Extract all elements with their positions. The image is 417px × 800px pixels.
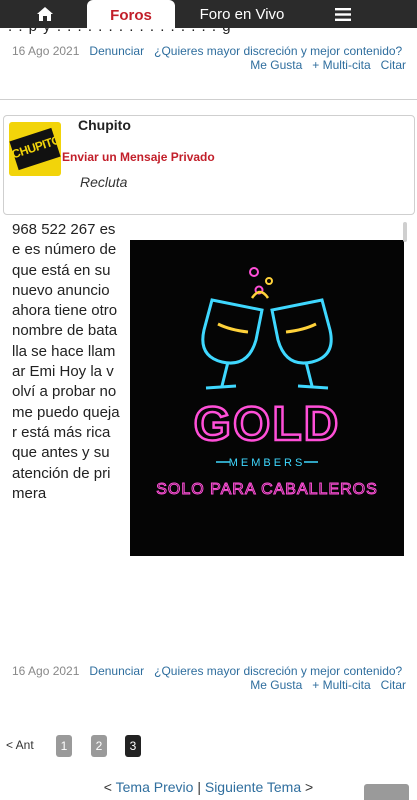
author-rank: Recluta [80,174,128,190]
content-scrollbar[interactable] [403,222,407,242]
logo-brand: GOLD [194,398,341,451]
multi-quote-link[interactable]: + Multi-cita [312,58,370,72]
like-link[interactable]: Me Gusta [250,58,302,72]
scroll-to-top-button[interactable] [364,784,409,800]
discretion-link[interactable]: ¿Quieres mayor discreción y mejor conten… [154,664,402,678]
report-link[interactable]: Denunciar [89,44,144,58]
tab-foro-en-vivo[interactable]: Foro en Vivo [190,0,294,28]
previous-post-text-fragment: . . p y . . . . . . . . . . . . . . . . … [8,28,408,34]
previous-thread-link[interactable]: Tema Previo [116,779,194,795]
report-link[interactable]: Denunciar [89,664,144,678]
page-button-3[interactable]: 3 [125,735,141,757]
page-button-2[interactable]: 2 [91,735,107,757]
menu-button[interactable] [326,0,360,28]
post-author-card: CHUPITO Chupito Enviar un Mensaje Privad… [3,115,415,215]
post-date: 16 Ago 2021 [12,44,80,58]
quote-link[interactable]: Citar [381,678,406,692]
post-meta: 16 Ago 2021 Denunciar ¿Quieres mayor dis… [12,664,412,678]
multi-quote-link[interactable]: + Multi-cita [312,678,370,692]
gold-members-logo: GOLD MEMBERS SOLO PARA CABALLEROS [156,267,378,499]
author-username[interactable]: Chupito [78,117,131,133]
tab-foros[interactable]: Foros [87,0,175,30]
pagination: < Ant 1 2 3 [6,735,206,757]
discretion-link[interactable]: ¿Quieres mayor discreción y mejor conten… [154,44,402,58]
pagination-prev-link[interactable]: < Ant [6,738,34,752]
post-image: GOLD MEMBERS SOLO PARA CABALLEROS [130,240,404,556]
thread-nav-separator: | [197,779,201,795]
logo-sub: MEMBERS [229,457,306,469]
previous-post-actions: Me Gusta + Multi-cita Citar [250,58,406,72]
thread-nav-open: < [103,779,112,795]
post-divider [0,99,417,100]
quote-link[interactable]: Citar [381,58,406,72]
previous-post-meta: 16 Ago 2021 Denunciar ¿Quieres mayor dis… [12,44,412,58]
logo-tagline: SOLO PARA CABALLEROS [156,481,378,498]
hamburger-menu-icon [335,7,351,21]
thread-navigation: < Tema Previo | Siguiente Tema > [0,779,417,795]
avatar[interactable]: CHUPITO [9,122,61,176]
next-thread-link[interactable]: Siguiente Tema [205,779,301,795]
post-body: GOLD MEMBERS SOLO PARA CABALLEROS 968 52… [12,220,404,652]
send-private-message-link[interactable]: Enviar un Mensaje Privado [62,150,215,164]
home-icon [37,7,53,21]
page-button-1[interactable]: 1 [56,735,72,757]
post-actions: Me Gusta + Multi-cita Citar [250,678,406,692]
thread-nav-close: > [305,779,314,795]
home-button[interactable] [0,0,90,28]
post-date: 16 Ago 2021 [12,664,80,678]
top-nav-bar: Foros Foro en Vivo [0,0,417,30]
like-link[interactable]: Me Gusta [250,678,302,692]
